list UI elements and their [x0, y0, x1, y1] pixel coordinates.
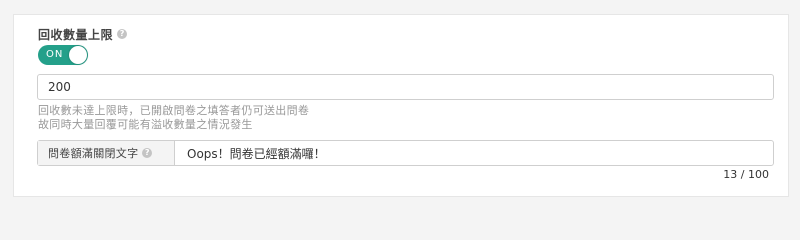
limit-input[interactable]: [37, 74, 774, 100]
field-title-row: 回收數量上限 ?: [38, 26, 128, 42]
closed-text-label: 問卷額滿關閉文字: [48, 147, 139, 160]
char-counter: 13 / 100: [723, 168, 769, 181]
help-icon[interactable]: ?: [142, 148, 153, 158]
hint-line-1: 回收數未達上限時，已開啟問卷之填答者仍可送出問卷: [38, 104, 310, 117]
hint-text: 回收數未達上限時，已開啟問卷之填答者仍可送出問卷 故同時大量回覆可能有溢收數量之…: [38, 104, 309, 132]
closed-text-input[interactable]: [175, 141, 773, 165]
settings-card: 回收數量上限 ? ON 回收數未達上限時，已開啟問卷之填答者仍可送出問卷 故同時…: [13, 14, 789, 197]
help-icon[interactable]: ?: [117, 29, 128, 39]
field-title: 回收數量上限: [38, 27, 114, 42]
closed-text-label-addon: 問卷額滿關閉文字 ?: [38, 141, 175, 165]
toggle-knob: [69, 46, 87, 64]
toggle-label: ON: [46, 49, 64, 60]
closed-text-group: 問卷額滿關閉文字 ?: [37, 140, 774, 166]
limit-toggle[interactable]: ON: [38, 45, 88, 65]
hint-line-2: 故同時大量回覆可能有溢收數量之情況發生: [38, 118, 253, 131]
